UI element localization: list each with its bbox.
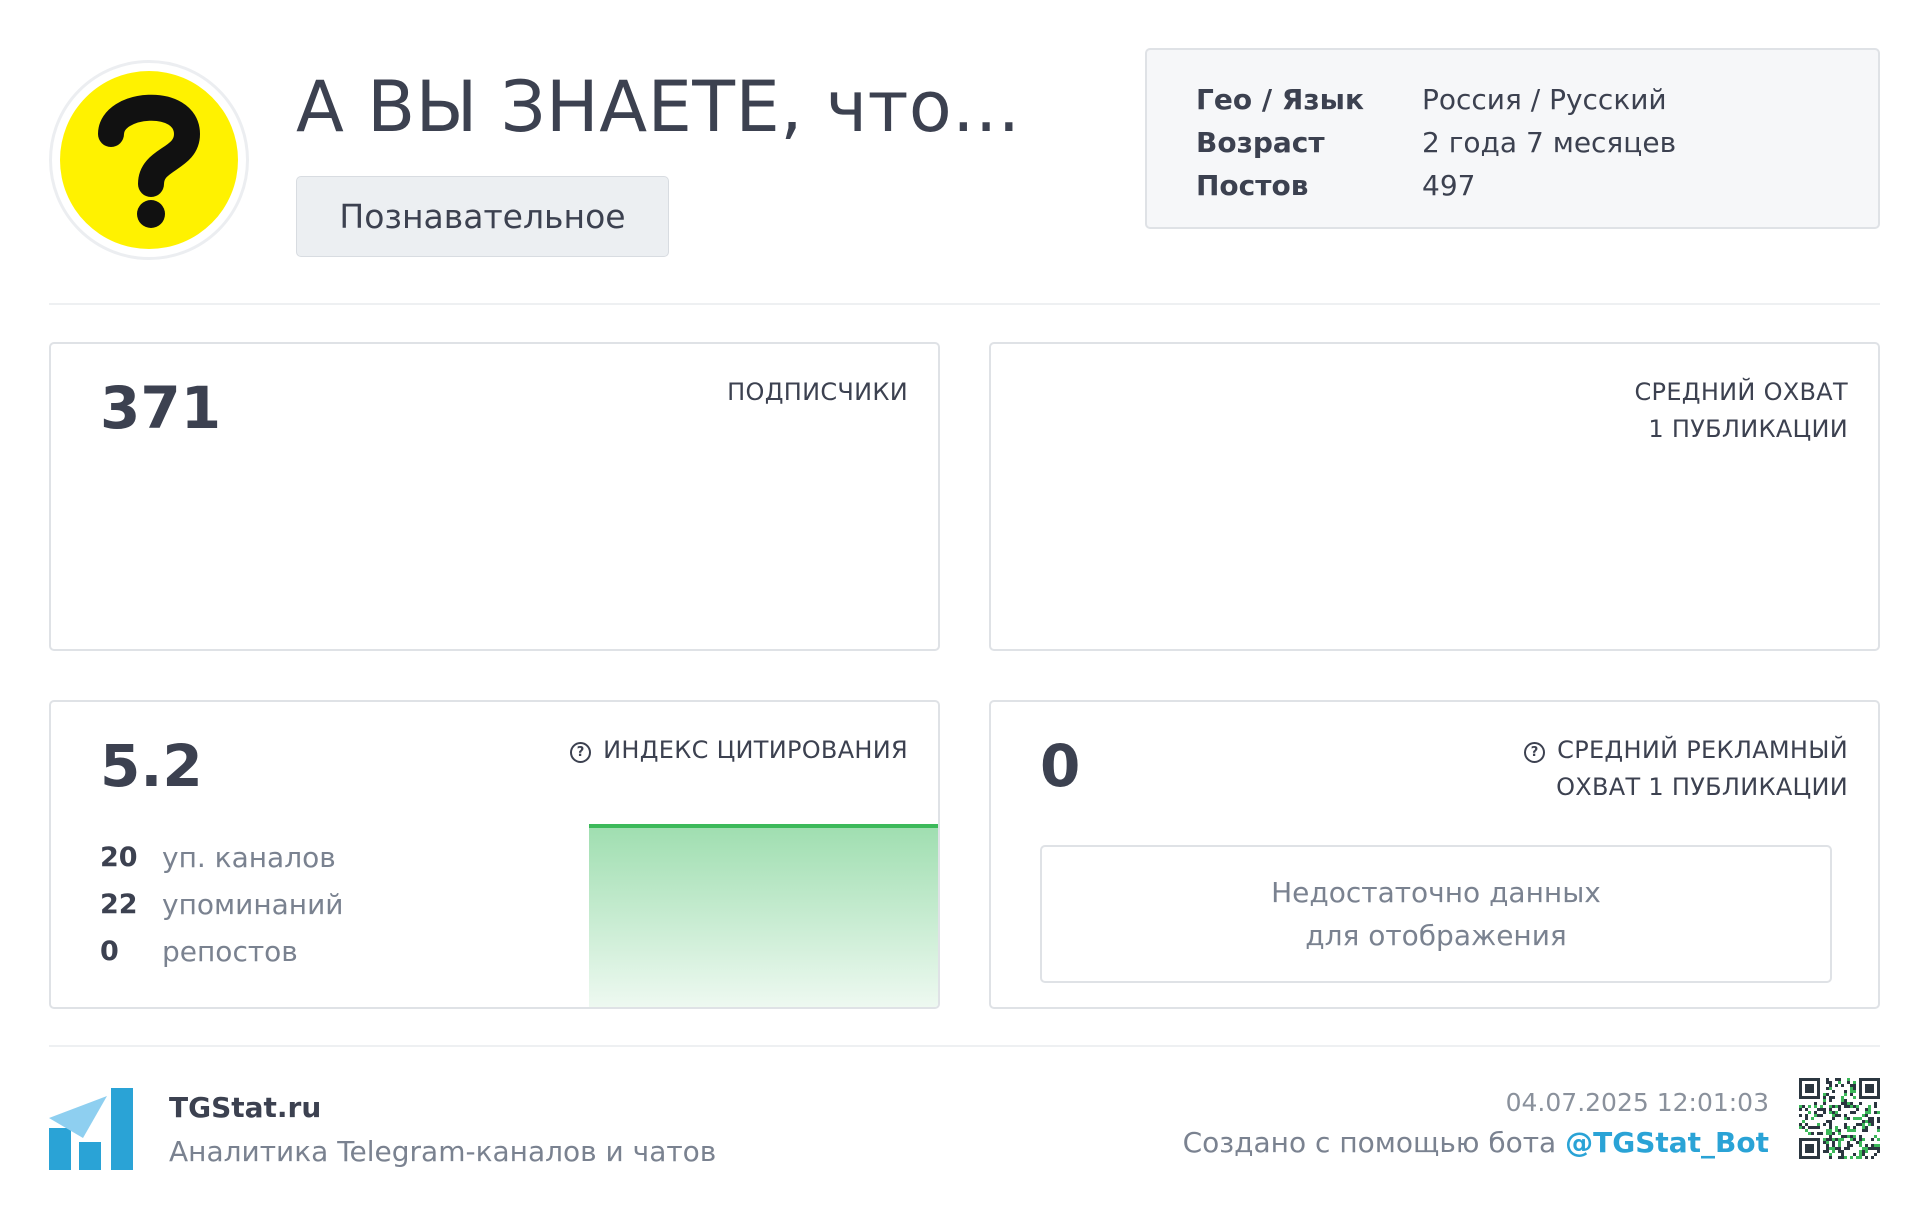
citation-card: 5.2 ? ИНДЕКС ЦИТИРОВАНИЯ 20 уп. каналов 2… xyxy=(49,700,940,1009)
citation-sparkline xyxy=(589,824,938,1007)
citation-index-value: 5.2 xyxy=(100,732,203,800)
channel-title: А ВЫ ЗНАЕТЕ, что... xyxy=(296,66,1021,148)
sparkline-area xyxy=(589,826,938,1007)
bot-link[interactable]: @TGStat_Bot xyxy=(1565,1126,1769,1159)
info-key: Возраст xyxy=(1196,126,1325,159)
info-row-age: Возраст 2 года 7 месяцев xyxy=(1196,121,1878,164)
category-badge[interactable]: Познавательное xyxy=(296,176,669,257)
divider xyxy=(49,303,1880,305)
channel-info-box: Гео / Язык Россия / Русский Возраст 2 го… xyxy=(1145,48,1880,229)
ad-reach-value: 0 xyxy=(1040,732,1081,800)
info-row-geo: Гео / Язык Россия / Русский xyxy=(1196,78,1878,121)
citation-label: ? ИНДЕКС ЦИТИРОВАНИЯ xyxy=(570,732,908,769)
info-value: 2 года 7 месяцев xyxy=(1422,126,1677,159)
info-value: Россия / Русский xyxy=(1422,83,1667,116)
info-value: 497 xyxy=(1422,169,1476,202)
info-row-posts: Постов 497 xyxy=(1196,164,1878,207)
tgstat-logo-icon xyxy=(49,1088,133,1170)
footer-site-name[interactable]: TGStat.ru xyxy=(169,1091,321,1124)
footer-datetime: 04.07.2025 12:01:03 xyxy=(1505,1088,1769,1117)
info-key: Гео / Язык xyxy=(1196,83,1364,116)
channel-avatar xyxy=(49,60,249,260)
avg-reach-card: СРЕДНИЙ ОХВАТ 1 ПУБЛИКАЦИИ xyxy=(989,342,1880,651)
help-icon[interactable]: ? xyxy=(570,742,592,763)
help-icon[interactable]: ? xyxy=(1524,742,1546,763)
stat-row: 0 репостов xyxy=(100,935,298,968)
qr-code-icon[interactable] xyxy=(1799,1078,1880,1159)
info-key: Постов xyxy=(1196,169,1309,202)
citation-stats: 20 уп. каналов 22 упоминаний 0 репостов xyxy=(100,834,344,975)
footer-made-with: Создано с помощью бота @TGStat_Bot xyxy=(1182,1126,1769,1159)
stat-row: 20 уп. каналов xyxy=(100,841,336,874)
question-mark-icon xyxy=(60,71,238,249)
divider xyxy=(49,1045,1880,1047)
ad-reach-card: 0 ? СРЕДНИЙ РЕКЛАМНЫЙ ОХВАТ 1 ПУБЛИКАЦИИ … xyxy=(989,700,1880,1009)
subscribers-label: ПОДПИСЧИКИ xyxy=(727,378,908,406)
avg-reach-label: СРЕДНИЙ ОХВАТ 1 ПУБЛИКАЦИИ xyxy=(1634,378,1848,443)
footer-tagline: Аналитика Telegram-каналов и чатов xyxy=(169,1135,717,1168)
no-data-box: Недостаточно данных для отображения xyxy=(1040,845,1832,983)
stat-row: 22 упоминаний xyxy=(100,888,344,921)
ad-reach-label: ? СРЕДНИЙ РЕКЛАМНЫЙ ОХВАТ 1 ПУБЛИКАЦИИ xyxy=(1524,732,1848,806)
subscribers-count: 371 xyxy=(100,374,222,442)
subscribers-card: 371 ПОДПИСЧИКИ xyxy=(49,342,940,651)
